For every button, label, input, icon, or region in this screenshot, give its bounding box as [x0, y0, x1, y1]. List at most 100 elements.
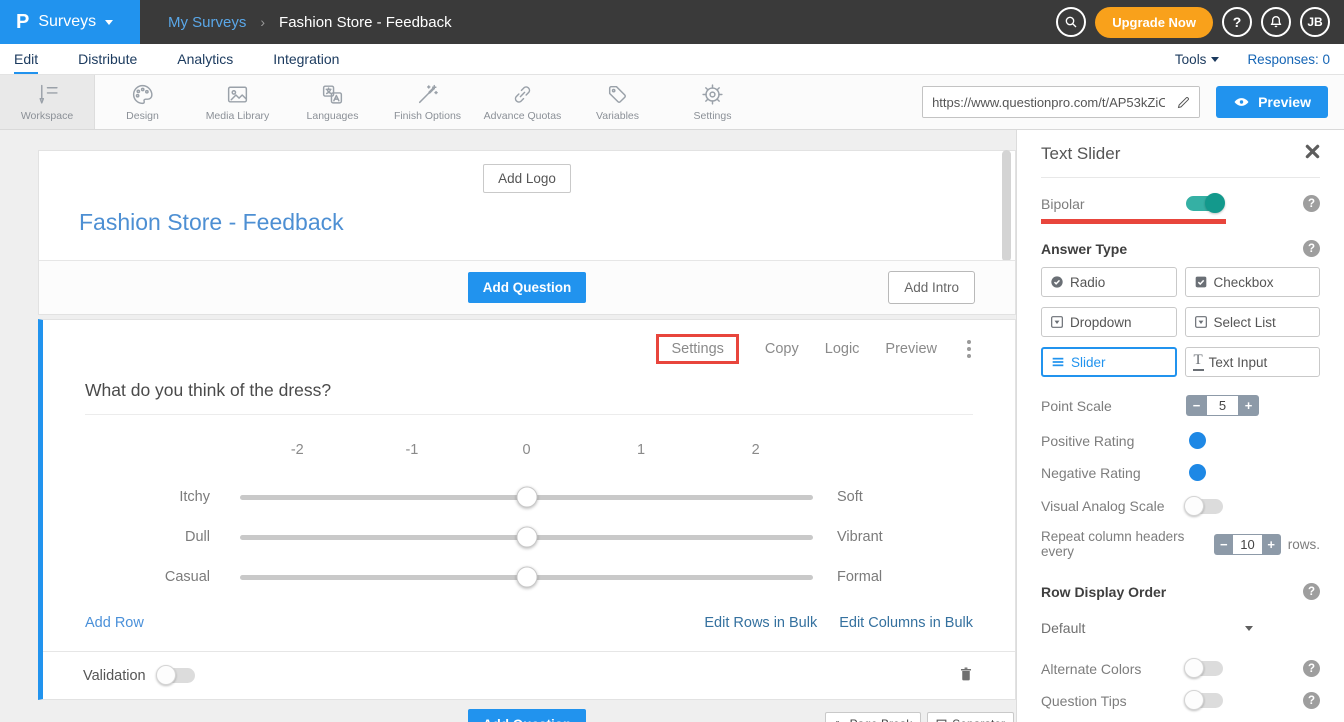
workspace-icon [35, 82, 60, 107]
separator-button[interactable]: Separator [927, 712, 1014, 722]
add-intro-button[interactable]: Add Intro [888, 271, 975, 304]
add-question-button[interactable]: Add Question [468, 272, 587, 303]
scale-label: 0 [469, 442, 584, 458]
breadcrumb: My Surveys › Fashion Store - Feedback [140, 0, 1056, 44]
slider-row: Dull Vibrant [85, 517, 973, 557]
close-panel-button[interactable] [1305, 144, 1320, 164]
add-question-button-bottom[interactable]: Add Question [468, 709, 587, 722]
tool-media-library[interactable]: Media Library [190, 75, 285, 129]
bipolar-toggle[interactable] [1186, 196, 1223, 211]
tab-distribute[interactable]: Distribute [78, 44, 137, 74]
magic-wand-icon [415, 82, 440, 107]
upgrade-now-button[interactable]: Upgrade Now [1095, 7, 1213, 38]
repeat-headers-plus-button[interactable]: + [1262, 534, 1281, 555]
question-copy-link[interactable]: Copy [765, 341, 799, 357]
tool-languages[interactable]: Languages [285, 75, 380, 129]
question-preview-link[interactable]: Preview [885, 341, 937, 357]
survey-url-input[interactable] [923, 87, 1167, 117]
answer-type-checkbox[interactable]: Checkbox [1185, 267, 1321, 297]
tool-finish-options[interactable]: Finish Options [380, 75, 475, 129]
repeat-headers-value[interactable]: 10 [1233, 534, 1261, 555]
answer-type-text-input[interactable]: T Text Input [1185, 347, 1321, 377]
notifications-button[interactable] [1261, 7, 1291, 37]
row-display-order-row: Row Display Order ? [1041, 583, 1320, 600]
edit-rows-bulk-link[interactable]: Edit Rows in Bulk [704, 615, 817, 631]
point-scale-value[interactable]: 5 [1207, 395, 1238, 416]
row-right-label[interactable]: Soft [813, 489, 973, 505]
row-right-label[interactable]: Vibrant [813, 529, 973, 545]
chain-links-icon [510, 82, 535, 107]
tool-advance-quotas[interactable]: Advance Quotas [475, 75, 570, 129]
slider-track[interactable] [240, 575, 813, 580]
questionpro-logo: P [16, 12, 29, 32]
slider-handle[interactable] [516, 567, 537, 588]
pencil-icon [1176, 95, 1191, 110]
responses-count[interactable]: Responses: 0 [1247, 52, 1330, 67]
question-tips-toggle[interactable] [1186, 693, 1223, 708]
point-scale-plus-button[interactable]: + [1238, 395, 1259, 416]
survey-title[interactable]: Fashion Store - Feedback [39, 193, 1015, 260]
row-right-label[interactable]: Formal [813, 569, 973, 585]
alternate-colors-toggle[interactable] [1186, 661, 1223, 676]
tool-label: Workspace [21, 110, 73, 122]
help-button[interactable]: ? [1222, 7, 1252, 37]
validation-toggle[interactable] [158, 668, 195, 683]
tab-integration[interactable]: Integration [273, 44, 339, 74]
chevron-down-icon [1211, 57, 1219, 62]
row-left-label[interactable]: Dull [85, 529, 240, 545]
slider-track[interactable] [240, 495, 813, 500]
question-logic-link[interactable]: Logic [825, 341, 860, 357]
tools-menu[interactable]: Tools [1175, 52, 1220, 67]
answer-type-radio[interactable]: Radio [1041, 267, 1177, 297]
answer-type-label: Dropdown [1070, 315, 1132, 330]
preview-button[interactable]: Preview [1216, 86, 1328, 118]
breadcrumb-my-surveys[interactable]: My Surveys [168, 14, 246, 31]
repeat-headers-minus-button[interactable]: − [1214, 534, 1233, 555]
row-display-order-help-icon[interactable]: ? [1303, 583, 1320, 600]
edit-url-button[interactable] [1167, 87, 1199, 117]
row-display-order-select[interactable]: Default [1041, 620, 1253, 636]
surveys-app-menu[interactable]: P Surveys [0, 0, 140, 44]
answer-type-slider[interactable]: Slider [1041, 347, 1177, 377]
scrollbar[interactable] [1002, 150, 1011, 262]
point-scale-minus-button[interactable]: − [1186, 395, 1207, 416]
slider-handle[interactable] [516, 487, 537, 508]
add-logo-button[interactable]: Add Logo [483, 164, 571, 193]
gear-icon [700, 82, 725, 107]
avatar[interactable]: JB [1300, 7, 1330, 37]
more-options-icon[interactable] [963, 338, 975, 360]
tool-variables[interactable]: Variables [570, 75, 665, 129]
add-question-band: Add Question Add Intro [39, 260, 1015, 314]
repeat-headers-label: Repeat column headers every [1041, 529, 1205, 559]
radio-check-icon [1049, 274, 1065, 290]
answer-type-help-icon[interactable]: ? [1303, 240, 1320, 257]
visual-analog-toggle[interactable] [1186, 499, 1223, 514]
tool-settings[interactable]: Settings [665, 75, 760, 129]
add-row-link[interactable]: Add Row [85, 615, 144, 631]
tool-design[interactable]: Design [95, 75, 190, 129]
question-tips-help-icon[interactable]: ? [1303, 692, 1320, 709]
image-icon [225, 82, 250, 107]
row-left-label[interactable]: Casual [85, 569, 240, 585]
search-button[interactable] [1056, 7, 1086, 37]
negative-rating-color-swatch[interactable] [1189, 464, 1206, 481]
positive-rating-color-swatch[interactable] [1189, 432, 1206, 449]
answer-type-select-list[interactable]: Select List [1185, 307, 1321, 337]
bipolar-label: Bipolar [1041, 196, 1186, 212]
trash-icon [957, 664, 975, 684]
answer-type-row: Answer Type ? [1041, 240, 1320, 257]
slider-track[interactable] [240, 535, 813, 540]
tab-edit[interactable]: Edit [14, 44, 38, 74]
slider-handle[interactable] [516, 527, 537, 548]
edit-columns-bulk-link[interactable]: Edit Columns in Bulk [839, 615, 973, 631]
alternate-colors-help-icon[interactable]: ? [1303, 660, 1320, 677]
answer-type-dropdown[interactable]: Dropdown [1041, 307, 1177, 337]
bipolar-help-icon[interactable]: ? [1303, 195, 1320, 212]
page-break-button[interactable]: Page Break [825, 712, 922, 722]
question-text[interactable]: What do you think of the dress? [43, 364, 1015, 414]
delete-question-button[interactable] [957, 664, 975, 687]
tab-analytics[interactable]: Analytics [177, 44, 233, 74]
question-settings-link[interactable]: Settings [656, 334, 738, 364]
tool-workspace[interactable]: Workspace [0, 75, 95, 129]
row-left-label[interactable]: Itchy [85, 489, 240, 505]
